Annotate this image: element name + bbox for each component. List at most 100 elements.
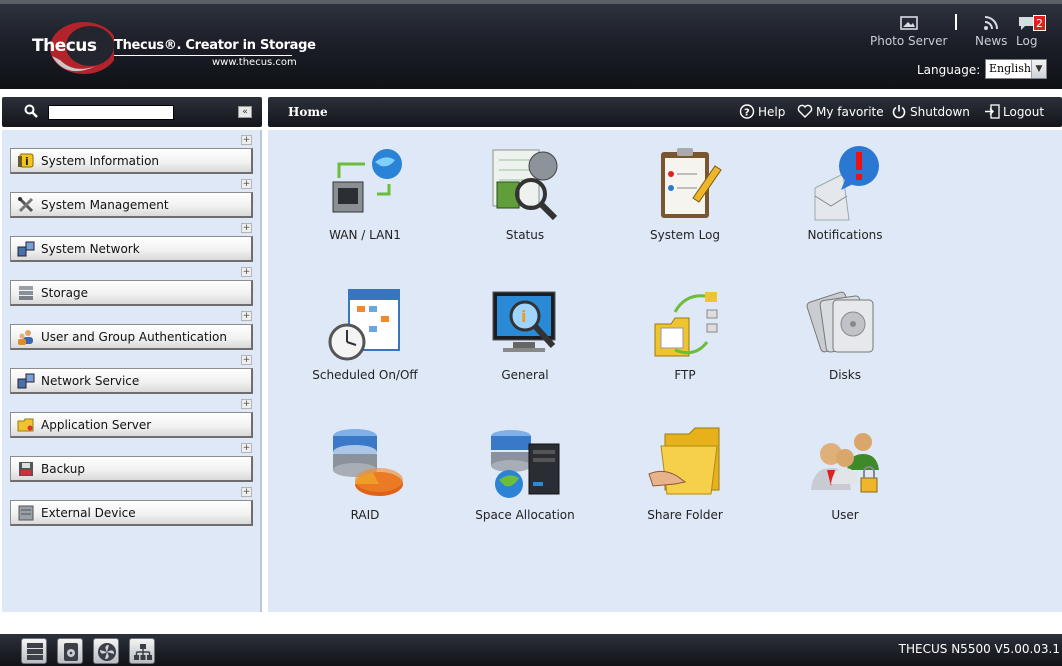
network-status-button[interactable] <box>129 638 155 664</box>
sidebar-item-system-information[interactable]: i System Information <box>10 148 253 174</box>
sidebar-item-user-group-authentication[interactable]: User and Group Authentication <box>10 324 253 350</box>
app-ftp[interactable]: FTP <box>615 284 755 382</box>
network-icon <box>17 241 35 257</box>
rss-icon <box>984 16 999 30</box>
svg-text:i: i <box>521 307 526 326</box>
storage-icon <box>19 286 33 300</box>
network-service-icon <box>17 373 35 389</box>
language-label: Language: <box>917 63 981 77</box>
search-input[interactable] <box>48 105 174 120</box>
expand-icon[interactable]: + <box>241 399 252 409</box>
my-favorite-label: My favorite <box>816 105 884 119</box>
shutdown-button[interactable]: Shutdown <box>891 104 970 119</box>
log-count-badge: 2 <box>1033 15 1046 31</box>
expand-icon[interactable]: + <box>241 135 252 145</box>
folder-icon <box>17 418 34 432</box>
footer: THECUS N5500 V5.00.03.1 <box>0 634 1062 666</box>
app-user[interactable]: User <box>775 424 915 522</box>
sidebar-item-system-network[interactable]: System Network <box>10 236 253 262</box>
expand-icon[interactable]: + <box>241 179 252 189</box>
share-folder-icon <box>648 427 720 495</box>
sidebar-item-label: Backup <box>41 462 85 476</box>
expand-icon[interactable]: + <box>241 487 252 497</box>
app-space-allocation[interactable]: Space Allocation <box>455 424 595 522</box>
sidebar-item-label: User and Group Authentication <box>41 330 227 344</box>
system-log-icon <box>661 148 722 218</box>
sidebar-item-label: System Management <box>41 198 169 212</box>
collapse-sidebar-button[interactable]: « <box>238 106 252 118</box>
app-share-folder[interactable]: Share Folder <box>615 424 755 522</box>
app-label: WAN / LAN1 <box>329 228 401 242</box>
app-label: Disks <box>828 368 862 382</box>
app-label: Status <box>505 228 545 242</box>
sidebar-item-label: System Information <box>41 154 160 168</box>
logout-button[interactable]: Logout <box>984 104 1044 119</box>
app-root: Thecus Thecus®. Creator in Storage www.t… <box>0 0 1062 666</box>
shutdown-label: Shutdown <box>910 105 970 119</box>
expand-icon[interactable]: + <box>241 267 252 277</box>
sidebar-item-network-service[interactable]: Network Service <box>10 368 253 394</box>
external-device-icon <box>18 505 34 521</box>
fan-status-button[interactable] <box>93 638 119 664</box>
breadcrumb[interactable]: Home <box>288 105 328 119</box>
app-label: Share Folder <box>647 508 723 522</box>
app-wan-lan1[interactable]: WAN / LAN1 <box>295 144 435 242</box>
raid-icon <box>333 429 403 496</box>
app-system-log[interactable]: System Log <box>615 144 755 242</box>
disks-icon <box>806 291 874 353</box>
power-icon <box>892 105 906 119</box>
app-label: RAID <box>350 508 380 522</box>
sidebar-item-backup[interactable]: Backup <box>10 456 253 482</box>
chevron-down-icon: ▼ <box>1031 60 1046 78</box>
my-favorite-button[interactable]: My favorite <box>797 104 884 119</box>
app-general[interactable]: i General <box>455 284 595 382</box>
sidebar-item-label: Storage <box>41 286 88 300</box>
ftp-icon <box>654 292 718 357</box>
notifications-icon <box>814 146 879 221</box>
space-allocation-icon <box>491 430 560 498</box>
tagline: Thecus®. Creator in Storage <box>114 38 316 53</box>
help-label: Help <box>758 105 786 119</box>
expand-icon[interactable]: + <box>241 311 252 321</box>
search-icon <box>24 104 38 118</box>
app-label: Notifications <box>807 228 883 242</box>
info-icon: i <box>18 153 34 168</box>
photo-server-button[interactable]: Photo Server <box>870 14 947 48</box>
expand-icon[interactable]: + <box>241 223 252 233</box>
company-url: www.thecus.com <box>212 57 297 68</box>
photo-server-label: Photo Server <box>870 34 948 48</box>
sidebar-search-bar: « <box>2 97 262 127</box>
svg-text:?: ? <box>744 108 750 119</box>
disk-status-button[interactable] <box>57 638 83 664</box>
network-tree-icon <box>134 644 152 660</box>
sidebar-item-label: Application Server <box>41 418 152 432</box>
sidebar-item-application-server[interactable]: Application Server <box>10 412 253 438</box>
expand-icon[interactable]: + <box>241 355 252 365</box>
sidebar-item-system-management[interactable]: System Management <box>10 192 253 218</box>
schedule-icon <box>328 289 400 361</box>
sidebar: + i System Information + System Manageme… <box>2 130 262 612</box>
sidebar-item-label: External Device <box>41 506 136 520</box>
help-button[interactable]: ? Help <box>739 104 785 119</box>
sidebar-item-label: System Network <box>41 242 140 256</box>
help-icon: ? <box>739 104 755 119</box>
app-scheduled-on-off[interactable]: Scheduled On/Off <box>295 284 435 382</box>
tagline-underline <box>114 55 292 56</box>
header: Thecus Thecus®. Creator in Storage www.t… <box>0 0 1062 92</box>
news-button[interactable]: News <box>975 14 1007 48</box>
server-status-button[interactable] <box>21 638 47 664</box>
app-label: System Log <box>650 228 720 242</box>
photo-icon <box>899 16 918 30</box>
language-select[interactable]: English ▼ <box>985 59 1047 79</box>
app-status[interactable]: Status <box>455 144 595 242</box>
logo-text: Thecus <box>32 36 97 56</box>
app-disks[interactable]: Disks <box>775 284 915 382</box>
app-raid[interactable]: RAID <box>295 424 435 522</box>
app-notifications[interactable]: Notifications <box>775 144 915 242</box>
backup-icon <box>19 462 33 476</box>
expand-icon[interactable]: + <box>241 443 252 453</box>
sidebar-item-storage[interactable]: Storage <box>10 280 253 306</box>
app-label: Space Allocation <box>475 508 575 522</box>
sidebar-item-external-device[interactable]: External Device <box>10 500 253 526</box>
app-label: FTP <box>674 368 696 382</box>
